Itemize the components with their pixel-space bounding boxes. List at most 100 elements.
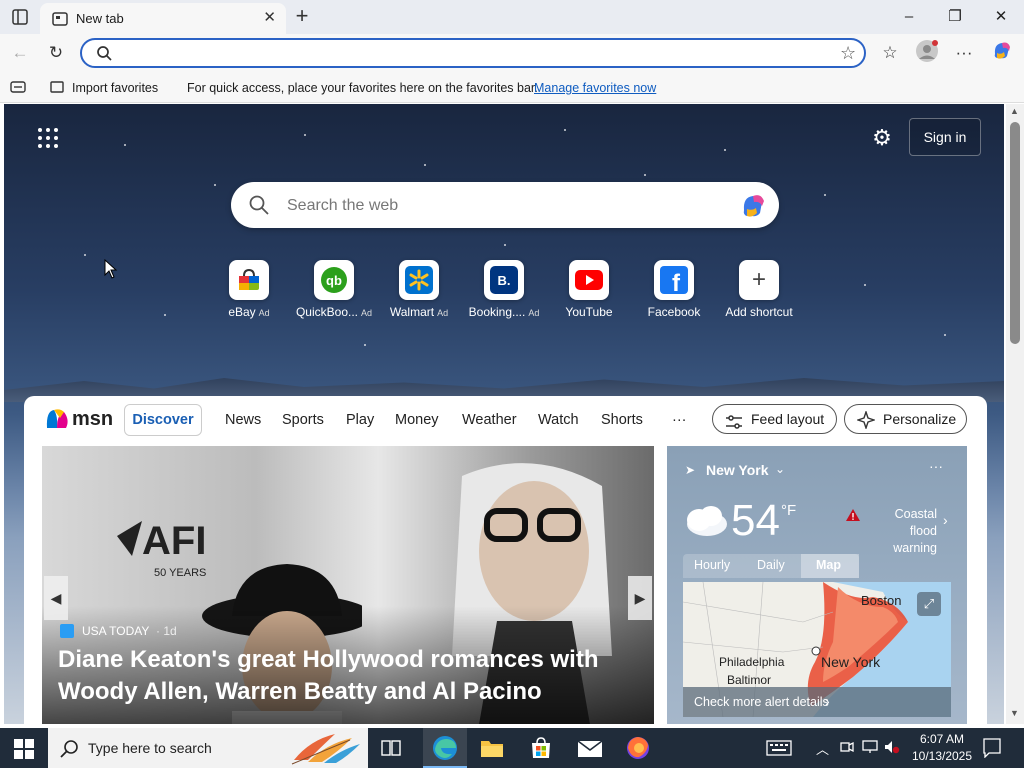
- temp-unit[interactable]: °F: [781, 502, 796, 519]
- sparkle-icon: [855, 409, 877, 438]
- booking-icon: B.: [484, 260, 524, 300]
- scrollbar-thumb[interactable]: [1010, 122, 1020, 344]
- minimize-icon[interactable]: –: [886, 4, 932, 30]
- feed-layout-button[interactable]: Feed layout: [712, 404, 837, 434]
- copilot-search-icon[interactable]: [739, 191, 769, 222]
- expand-map-icon[interactable]: ⤢: [917, 592, 941, 616]
- tab-watch[interactable]: Watch: [538, 412, 579, 428]
- firefox-icon[interactable]: [626, 736, 650, 763]
- chevron-down-icon[interactable]: ⌄: [775, 462, 785, 476]
- favorites-icon[interactable]: ☆: [876, 39, 904, 67]
- taskbar-search-placeholder: Type here to search: [88, 740, 212, 756]
- svg-text:B.: B.: [498, 273, 511, 288]
- volume-muted-icon[interactable]: [884, 740, 900, 757]
- mail-icon[interactable]: [577, 738, 603, 761]
- tab-shorts[interactable]: Shorts: [601, 412, 643, 428]
- plus-icon: +: [739, 260, 779, 300]
- page-settings-gear-icon[interactable]: ⚙: [868, 124, 896, 152]
- weather-city[interactable]: New York: [706, 462, 769, 478]
- copilot-icon[interactable]: [988, 39, 1016, 67]
- meet-camera-icon[interactable]: [840, 740, 854, 757]
- shortcut-quickbooks[interactable]: qb QuickBoo... Ad: [292, 260, 376, 326]
- clock-time[interactable]: 6:07 AM: [910, 732, 974, 746]
- shortcut-label: QuickBoo...: [295, 305, 358, 319]
- store-icon[interactable]: [529, 736, 553, 763]
- taskbar-edge[interactable]: [423, 728, 467, 768]
- page-scrollbar[interactable]: ▲ ▼: [1006, 104, 1024, 724]
- carousel-next-button[interactable]: ▶: [628, 576, 652, 620]
- notifications-icon[interactable]: [983, 738, 1001, 761]
- ad-badge: Ad: [437, 308, 449, 318]
- weather-alert-map[interactable]: Boston Philadelphia Baltimor New York ⤢ …: [683, 582, 951, 717]
- clock-date[interactable]: 10/13/2025: [904, 749, 980, 763]
- tab-hourly[interactable]: Hourly: [694, 558, 730, 572]
- sliders-icon: [725, 411, 743, 439]
- shortcut-youtube[interactable]: YouTube: [547, 260, 631, 326]
- import-icon: [50, 80, 66, 97]
- windows-start-icon[interactable]: [14, 739, 34, 762]
- tab-actions-icon[interactable]: [10, 7, 30, 27]
- manage-favorites-link[interactable]: Manage favorites now: [534, 81, 656, 95]
- add-shortcut-button[interactable]: + Add shortcut: [717, 260, 801, 326]
- scroll-up-arrow-icon[interactable]: ▲: [1010, 106, 1019, 116]
- task-view-icon[interactable]: [380, 737, 402, 762]
- carousel-prev-button[interactable]: ◀: [44, 576, 68, 620]
- address-bar[interactable]: ☆: [80, 38, 866, 68]
- new-tab-page: ⚙ Sign in eBayAd qb QuickBoo...Ad Walmar…: [4, 104, 1004, 724]
- apps-grid-icon[interactable]: [36, 126, 60, 150]
- tab-map[interactable]: Map: [816, 558, 841, 572]
- file-explorer-icon[interactable]: [480, 738, 504, 761]
- sign-in-button[interactable]: Sign in: [909, 118, 981, 156]
- tab-daily[interactable]: Daily: [757, 558, 785, 572]
- tab-weather[interactable]: Weather: [462, 412, 517, 428]
- tab-discover[interactable]: Discover: [124, 404, 202, 436]
- tab-news[interactable]: News: [225, 412, 261, 428]
- profile-icon[interactable]: [913, 39, 941, 67]
- ad-badge: Ad: [361, 308, 373, 318]
- hero-article-card[interactable]: AFI 50 YEARS ◀ ▶ USA TODAY · 1d Diane Kea…: [42, 446, 654, 724]
- restore-icon[interactable]: ❐: [932, 4, 978, 30]
- alert-details-bar[interactable]: Check more alert details ›: [683, 687, 951, 717]
- tab-new-tab[interactable]: New tab ✕: [40, 3, 286, 34]
- usa-today-logo-icon: [60, 624, 74, 638]
- scroll-down-arrow-icon[interactable]: ▼: [1010, 708, 1019, 718]
- refresh-icon[interactable]: ↻: [42, 39, 70, 67]
- close-tab-icon[interactable]: ✕: [263, 8, 276, 26]
- add-favorite-star-icon[interactable]: ☆: [840, 43, 856, 64]
- shortcut-ebay[interactable]: eBay Ad: [207, 260, 291, 326]
- nav-more-icon[interactable]: ···: [672, 412, 687, 428]
- shortcut-walmart[interactable]: Walmart Ad: [377, 260, 461, 326]
- keyboard-icon[interactable]: [766, 740, 792, 759]
- show-hidden-icons-chevron[interactable]: ︿: [816, 739, 829, 758]
- import-favorites-button[interactable]: Import favorites: [72, 81, 158, 95]
- more-options-icon[interactable]: ···: [950, 39, 978, 67]
- search-icon: [249, 195, 269, 218]
- shortcut-facebook[interactable]: f Facebook: [632, 260, 716, 326]
- web-search-input[interactable]: [285, 194, 709, 218]
- shortcut-label: Facebook: [647, 305, 701, 319]
- article-headline[interactable]: Diane Keaton's great Hollywood romances …: [58, 644, 618, 708]
- weather-card[interactable]: ➤ New York ⌄ ··· 54 °F Coastal flood war…: [667, 446, 967, 724]
- tab-play[interactable]: Play: [346, 412, 374, 428]
- web-search-box[interactable]: [231, 182, 779, 228]
- back-icon[interactable]: ←: [6, 39, 34, 67]
- weather-more-icon[interactable]: ···: [929, 458, 943, 474]
- chevron-right-icon[interactable]: ›: [943, 512, 948, 528]
- search-highlight-feather-icon[interactable]: [290, 730, 364, 769]
- network-icon[interactable]: [862, 740, 878, 757]
- shortcut-label: Walmart: [389, 305, 435, 319]
- map-label-philadelphia: Philadelphia: [719, 655, 785, 669]
- sidebar-toggle-icon[interactable]: [10, 80, 26, 97]
- taskbar-search-box[interactable]: Type here to search: [48, 728, 368, 768]
- tab-money[interactable]: Money: [395, 412, 439, 428]
- favbar-message: For quick access, place your favorites h…: [187, 81, 538, 95]
- weather-alert[interactable]: Coastal flood warning: [865, 506, 937, 557]
- window-close-icon[interactable]: ✕: [978, 4, 1024, 30]
- address-input[interactable]: [126, 44, 830, 66]
- new-tab-plus-icon[interactable]: +: [290, 4, 314, 28]
- facebook-icon: f: [654, 260, 694, 300]
- personalize-button[interactable]: Personalize: [844, 404, 967, 434]
- shortcut-booking[interactable]: B. Booking.... Ad: [462, 260, 546, 326]
- tab-sports[interactable]: Sports: [282, 412, 324, 428]
- alert-details-link[interactable]: Check more alert details: [694, 695, 829, 709]
